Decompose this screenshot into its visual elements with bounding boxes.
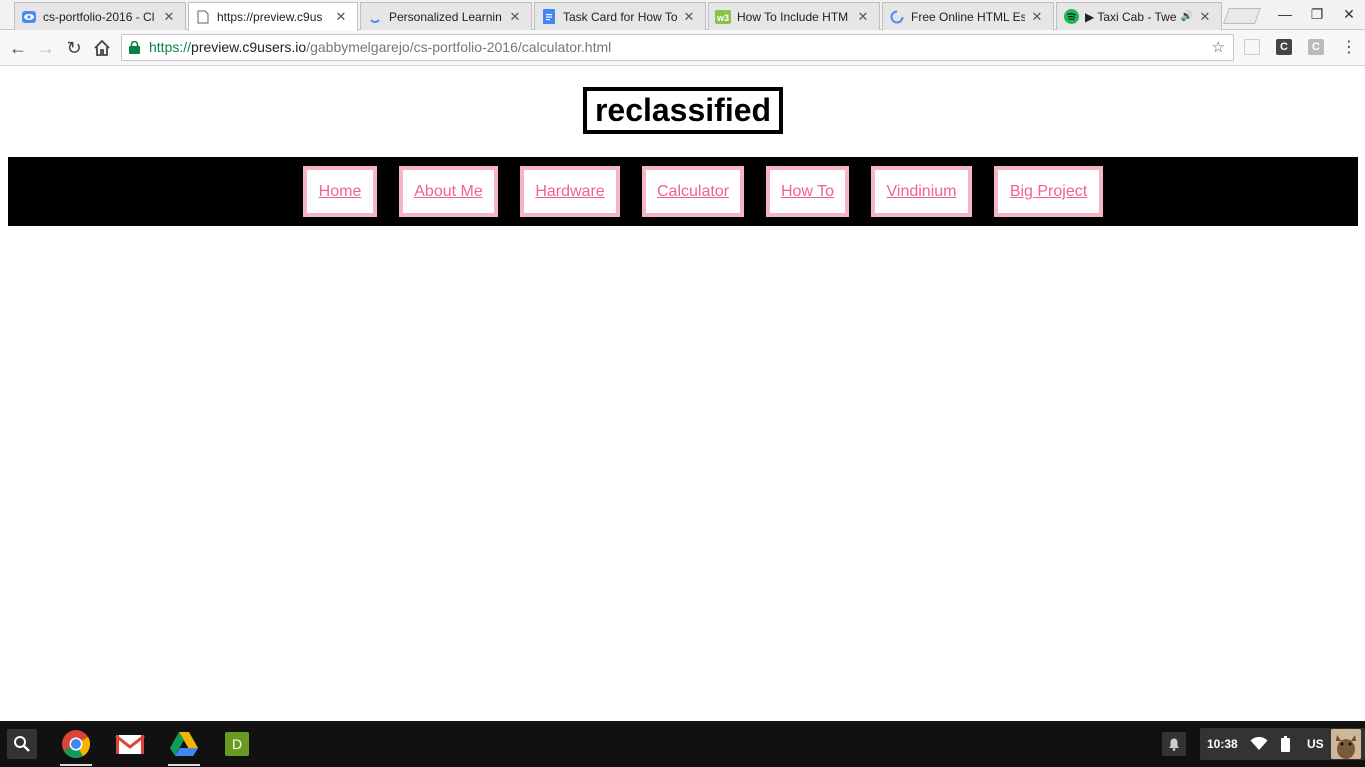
w3-icon: w3 (715, 9, 731, 25)
speaker-icon[interactable]: 🔊 (1181, 11, 1193, 22)
nav-link-calculator[interactable]: Calculator (642, 166, 744, 217)
site-navbar: Home About Me Hardware Calculator How To… (8, 157, 1358, 226)
tab-free-online-html[interactable]: Free Online HTML Es ✕ (882, 2, 1054, 30)
tab-personalized-learning[interactable]: Personalized Learnin ✕ (360, 2, 532, 30)
close-tab-icon[interactable]: ✕ (333, 9, 349, 25)
nav-link-home[interactable]: Home (303, 166, 377, 217)
new-tab-button[interactable] (1223, 8, 1261, 24)
close-tab-icon[interactable]: ✕ (1197, 9, 1213, 25)
cloud9-eye-icon (21, 9, 37, 25)
tab-task-card[interactable]: Task Card for How To ✕ (534, 2, 706, 30)
input-locale: US (1307, 737, 1324, 751)
address-bar[interactable]: https://preview.c9users.io/gabbymelgarej… (121, 34, 1234, 61)
tab-title: ▶ Taxi Cab - Twe (1085, 9, 1177, 24)
back-arrow-icon[interactable]: ← (6, 36, 30, 60)
url-path: /gabbymelgarejo/cs-portfolio-2016/calcul… (306, 39, 612, 55)
menu-kebab-icon[interactable]: ⋮ (1341, 37, 1357, 57)
forward-arrow-icon[interactable]: → (34, 36, 58, 60)
spotify-icon (1063, 9, 1079, 25)
chromeos-shelf: D 10:38 US (0, 721, 1365, 767)
lock-icon (129, 41, 140, 54)
close-tab-icon[interactable]: ✕ (855, 9, 871, 25)
system-tray[interactable]: 10:38 US (1200, 728, 1365, 760)
nav-link-hardware[interactable]: Hardware (520, 166, 620, 217)
extension-cast-icon[interactable] (1244, 39, 1260, 55)
nav-link-how-to[interactable]: How To (766, 166, 849, 217)
browser-toolbar: ← → ↻ https://preview.c9users.io/gabbyme… (0, 30, 1365, 66)
url-host: preview.c9users.io (191, 39, 307, 55)
chrome-icon[interactable] (61, 729, 91, 759)
tab-title: Personalized Learnin (389, 9, 502, 24)
tab-title: https://preview.c9us (217, 10, 323, 24)
nav-link-vindinium[interactable]: Vindinium (871, 166, 972, 217)
close-tab-icon[interactable]: ✕ (681, 9, 697, 25)
bookmark-star-icon[interactable]: ☆ (1212, 35, 1225, 60)
notification-bell-icon[interactable] (1162, 732, 1186, 756)
clock: 10:38 (1207, 737, 1238, 751)
gmail-icon[interactable] (115, 729, 145, 759)
tab-taxi-cab[interactable]: ▶ Taxi Cab - Twe 🔊 ✕ (1056, 2, 1222, 30)
loading-icon (889, 9, 905, 25)
nav-link-big-project[interactable]: Big Project (994, 166, 1103, 217)
close-tab-icon[interactable]: ✕ (161, 9, 177, 25)
tab-how-to-include[interactable]: w3 How To Include HTM ✕ (708, 2, 880, 30)
minimize-button[interactable]: — (1273, 4, 1297, 24)
battery-icon (1281, 736, 1290, 752)
avatar (1331, 729, 1361, 759)
tab-cs-portfolio[interactable]: cs-portfolio-2016 - Cl ✕ (14, 2, 186, 30)
tab-title: Task Card for How To (563, 9, 677, 24)
restore-button[interactable]: ❐ (1305, 4, 1329, 24)
drive-icon[interactable] (169, 729, 199, 759)
tab-strip: cs-portfolio-2016 - Cl ✕ https://preview… (0, 0, 1365, 31)
url-scheme: https:// (149, 39, 192, 55)
close-window-button[interactable]: ✕ (1337, 4, 1361, 24)
nav-link-about-me[interactable]: About Me (399, 166, 498, 217)
loading-icon (367, 9, 383, 25)
tab-title: How To Include HTM (737, 9, 849, 24)
running-indicator (60, 764, 92, 766)
tab-preview[interactable]: https://preview.c9us ✕ (188, 2, 358, 31)
google-docs-icon (541, 9, 557, 25)
page-icon (195, 9, 211, 25)
wifi-icon (1250, 737, 1268, 750)
close-tab-icon[interactable]: ✕ (507, 9, 523, 25)
extension-c-icon[interactable]: C (1308, 39, 1324, 55)
svg-text:w3: w3 (716, 13, 729, 23)
tab-title: cs-portfolio-2016 - Cl (43, 9, 155, 24)
web-page: reclassified Home About Me Hardware Calc… (0, 67, 1365, 721)
close-tab-icon[interactable]: ✕ (1029, 9, 1045, 25)
page-title: reclassified (583, 87, 783, 134)
home-icon[interactable] (90, 36, 114, 60)
d-app-icon[interactable]: D (225, 732, 249, 756)
extension-c-icon[interactable]: C (1276, 39, 1292, 55)
reload-icon[interactable]: ↻ (62, 36, 86, 60)
search-icon[interactable] (7, 729, 37, 759)
running-indicator (168, 764, 200, 766)
tab-title: Free Online HTML Es (911, 9, 1025, 24)
